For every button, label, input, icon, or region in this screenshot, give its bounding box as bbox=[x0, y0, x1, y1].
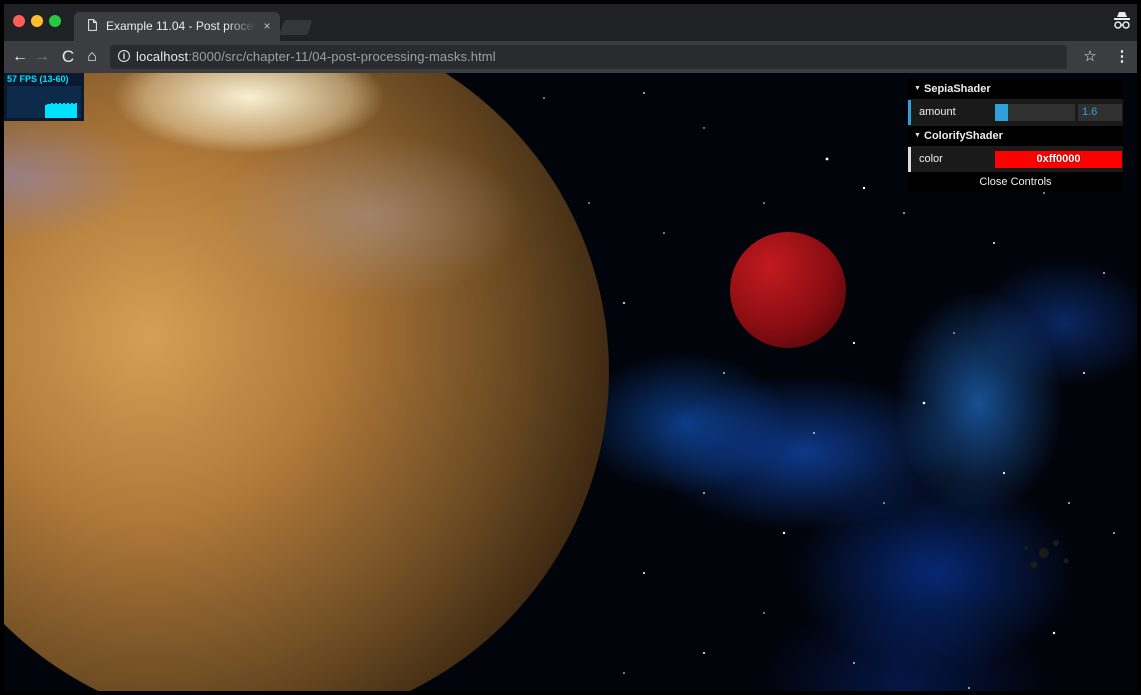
url-path: :8000/src/chapter-11/04-post-processing-… bbox=[188, 49, 496, 64]
amount-label: amount bbox=[919, 106, 956, 118]
color-input[interactable]: 0xff0000 bbox=[995, 151, 1122, 168]
fps-label: 57 FPS (13-60) bbox=[7, 74, 69, 84]
fps-stats[interactable]: 57 FPS (13-60) bbox=[4, 73, 84, 121]
caret-down-icon: ▼ bbox=[914, 85, 921, 92]
info-icon[interactable]: i bbox=[118, 50, 130, 62]
incognito-icon bbox=[1114, 12, 1130, 29]
home-icon[interactable]: ⌂ bbox=[82, 46, 102, 68]
bookmark-star-icon[interactable]: ☆ bbox=[1080, 46, 1100, 68]
folder-colorify-shader[interactable]: ▼ ColorifyShader bbox=[908, 126, 1123, 146]
amount-control: amount 1.6 bbox=[908, 100, 1123, 125]
close-controls-button[interactable]: Close Controls bbox=[908, 172, 1123, 192]
mars-sphere bbox=[730, 232, 846, 348]
close-window-button[interactable] bbox=[13, 15, 25, 27]
fps-graph bbox=[7, 86, 81, 118]
address-bar[interactable]: i localhost:8000/src/chapter-11/04-post-… bbox=[110, 45, 1067, 69]
webgl-canvas[interactable]: 57 FPS (13-60) ▼ SepiaShader amount 1.6 … bbox=[4, 73, 1137, 691]
tab-active[interactable]: Example 11.04 - Post processing masks × bbox=[74, 12, 280, 41]
forward-arrow-icon[interactable]: → bbox=[32, 46, 52, 68]
maximize-window-button[interactable] bbox=[49, 15, 61, 27]
amount-input[interactable]: 1.6 bbox=[1078, 104, 1122, 121]
amount-slider-fill bbox=[995, 104, 1008, 121]
color-label: color bbox=[919, 153, 943, 165]
tab-title: Example 11.04 - Post processing masks bbox=[106, 19, 256, 33]
back-arrow-icon[interactable]: ← bbox=[10, 46, 30, 68]
amount-slider[interactable] bbox=[995, 104, 1075, 121]
caret-down-icon: ▼ bbox=[914, 132, 921, 139]
minimize-window-button[interactable] bbox=[31, 15, 43, 27]
tab-close-icon[interactable]: × bbox=[260, 18, 274, 34]
dat-gui-panel: ▼ SepiaShader amount 1.6 ▼ ColorifyShade… bbox=[908, 79, 1123, 192]
new-tab-button[interactable] bbox=[279, 20, 313, 35]
toolbar: ← → C ⌂ i localhost:8000/src/chapter-11/… bbox=[4, 41, 1137, 73]
earth-sphere bbox=[4, 73, 609, 691]
color-control: color 0xff0000 bbox=[908, 147, 1123, 172]
title-bar: Example 11.04 - Post processing masks × bbox=[4, 4, 1137, 41]
folder-title: SepiaShader bbox=[924, 83, 991, 95]
url-text[interactable]: localhost:8000/src/chapter-11/04-post-pr… bbox=[136, 49, 496, 65]
folder-sepia-shader[interactable]: ▼ SepiaShader bbox=[908, 79, 1123, 99]
page-icon bbox=[88, 19, 97, 31]
url-host: localhost bbox=[136, 49, 189, 64]
fps-graph-bar bbox=[75, 103, 77, 118]
browser-window: Example 11.04 - Post processing masks × … bbox=[4, 4, 1137, 691]
menu-icon[interactable]: ⋮ bbox=[1112, 46, 1132, 68]
reload-icon[interactable]: C bbox=[58, 46, 78, 68]
folder-title: ColorifyShader bbox=[924, 130, 1003, 142]
